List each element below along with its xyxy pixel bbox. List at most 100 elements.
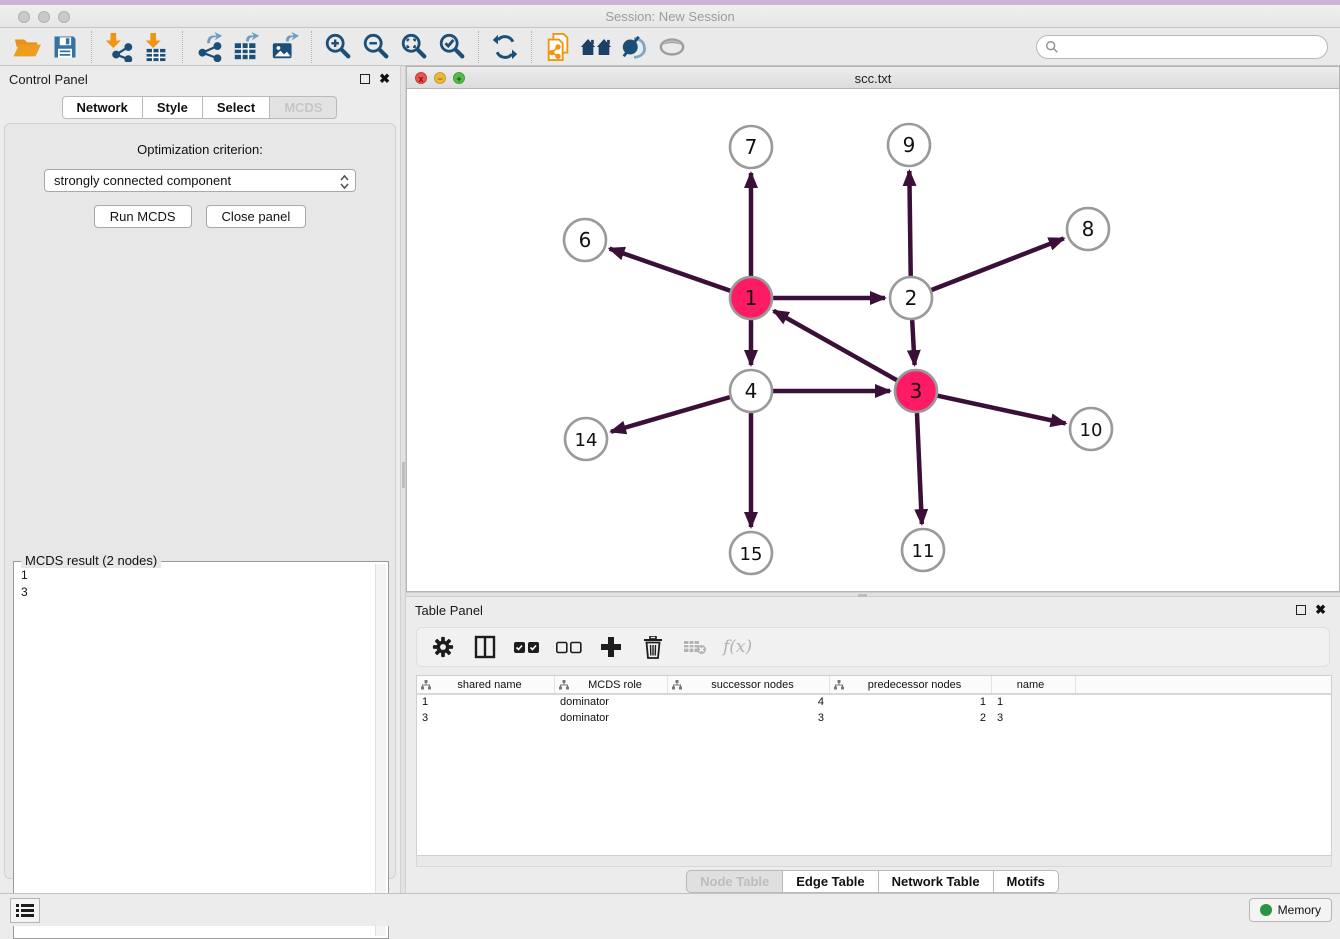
search-input[interactable] <box>1064 40 1327 54</box>
select-all-icon[interactable] <box>513 633 541 661</box>
tab-style[interactable]: Style <box>142 96 203 119</box>
edge-2-3[interactable] <box>912 320 914 365</box>
node-table[interactable]: shared nameMCDS rolesuccessor nodesprede… <box>416 675 1332 856</box>
clone-network-icon[interactable] <box>541 32 575 62</box>
tab-select[interactable]: Select <box>202 96 270 119</box>
node-label-4: 4 <box>745 379 758 403</box>
task-history-button[interactable] <box>10 898 40 923</box>
window-titlebar: Session: New Session <box>0 0 1340 28</box>
export-image-icon[interactable] <box>268 32 302 62</box>
zoom-fit-icon[interactable] <box>397 32 431 62</box>
edge-2-9[interactable] <box>909 171 910 276</box>
optimization-criterion-label: Optimization criterion: <box>5 142 395 157</box>
float-table-panel-icon[interactable] <box>1296 605 1306 615</box>
network-canvas[interactable]: 1234678910111415 <box>407 89 1339 591</box>
control-panel-title: Control Panel <box>9 72 88 87</box>
houses-icon[interactable] <box>579 32 613 62</box>
search-box[interactable] <box>1036 35 1328 59</box>
table-cell[interactable]: 3 <box>992 711 1076 727</box>
split-columns-icon[interactable] <box>471 633 499 661</box>
column-header-shared-name[interactable]: shared name <box>417 676 555 693</box>
tab-network[interactable]: Network <box>62 96 143 119</box>
network-graph[interactable]: 1234678910111415 <box>407 89 1339 591</box>
chevron-updown-icon <box>340 174 349 190</box>
show-hide-eye-icon[interactable] <box>655 32 689 62</box>
table-cell[interactable]: 1 <box>830 695 992 711</box>
edge-3-1[interactable] <box>774 311 897 380</box>
titlebar-accent-strip <box>0 0 1340 5</box>
close-panel-icon[interactable]: ✖ <box>379 74 390 84</box>
table-cell[interactable]: 4 <box>668 695 830 711</box>
apply-layout-icon[interactable] <box>488 32 522 62</box>
table-toolbar: f(x) <box>416 627 1330 667</box>
column-header-MCDS-role[interactable]: MCDS role <box>555 676 668 693</box>
table-cell[interactable]: dominator <box>555 711 668 727</box>
table-row[interactable]: 1dominator411 <box>417 695 1331 711</box>
node-label-8: 8 <box>1082 217 1095 241</box>
tab-motifs[interactable]: Motifs <box>993 870 1059 893</box>
criterion-dropdown[interactable]: strongly connected component <box>44 169 356 192</box>
result-scrollbar[interactable] <box>375 564 386 936</box>
toolbar-separator <box>91 31 92 63</box>
table-cell[interactable]: 1 <box>417 695 555 711</box>
settings-gear-icon[interactable] <box>429 633 457 661</box>
edge-3-10[interactable] <box>937 396 1065 424</box>
zoom-selected-icon[interactable] <box>435 32 469 62</box>
export-table-icon[interactable] <box>230 32 264 62</box>
network-window-titlebar[interactable]: x − + scc.txt <box>407 67 1339 89</box>
edge-2-8[interactable] <box>931 238 1063 290</box>
save-icon[interactable] <box>48 32 82 62</box>
main-toolbar <box>0 28 1340 66</box>
column-header-successor-nodes[interactable]: successor nodes <box>668 676 830 693</box>
float-panel-icon[interactable] <box>360 74 370 84</box>
mcds-result-text: 1 3 <box>16 564 374 936</box>
mcds-panel: Optimization criterion: strongly connect… <box>4 123 396 879</box>
mcds-result-group: MCDS result (2 nodes) 1 3 <box>13 561 389 939</box>
control-panel: Control Panel ✖ NetworkStyleSelectMCDS O… <box>0 66 400 893</box>
toolbar-separator <box>311 31 312 63</box>
toolbar-separator <box>182 31 183 63</box>
table-cell[interactable]: 2 <box>830 711 992 727</box>
edge-4-14[interactable] <box>611 397 730 432</box>
tab-mcds[interactable]: MCDS <box>269 96 337 119</box>
close-table-panel-icon[interactable]: ✖ <box>1315 605 1326 615</box>
edge-3-11[interactable] <box>917 413 922 524</box>
export-network-icon[interactable] <box>192 32 226 62</box>
toolbar-separator <box>531 31 532 63</box>
search-icon <box>1045 40 1059 54</box>
delete-column-trash-icon[interactable] <box>639 633 667 661</box>
import-table-icon[interactable] <box>139 32 173 62</box>
table-cell[interactable]: 3 <box>417 711 555 727</box>
add-column-icon[interactable] <box>597 633 625 661</box>
column-header-name[interactable]: name <box>992 676 1076 693</box>
import-network-icon[interactable] <box>101 32 135 62</box>
close-panel-button[interactable]: Close panel <box>206 205 307 228</box>
tab-node-table[interactable]: Node Table <box>686 870 783 893</box>
zoom-out-icon[interactable] <box>359 32 393 62</box>
table-row[interactable]: 3dominator323 <box>417 711 1331 727</box>
table-cell[interactable]: dominator <box>555 695 668 711</box>
edge-1-6[interactable] <box>610 249 731 291</box>
table-cell[interactable]: 3 <box>668 711 830 727</box>
node-label-3: 3 <box>910 379 923 403</box>
run-mcds-button[interactable]: Run MCDS <box>94 205 192 228</box>
table-cell[interactable]: 1 <box>992 695 1076 711</box>
open-folder-icon[interactable] <box>10 32 44 62</box>
tab-edge-table[interactable]: Edge Table <box>782 870 878 893</box>
deselect-all-icon[interactable] <box>555 633 583 661</box>
control-panel-tabs: NetworkStyleSelectMCDS <box>0 96 400 119</box>
criterion-value: strongly connected component <box>54 173 231 188</box>
network-window: x − + scc.txt 1234678910111415 <box>406 66 1340 592</box>
zoom-in-icon[interactable] <box>321 32 355 62</box>
tab-network-table[interactable]: Network Table <box>878 870 994 893</box>
table-hscroll-strip[interactable] <box>416 856 1332 867</box>
node-label-1: 1 <box>745 286 758 310</box>
column-header-predecessor-nodes[interactable]: predecessor nodes <box>830 676 992 693</box>
node-label-11: 11 <box>912 541 935 562</box>
hide-style-icon[interactable] <box>617 32 651 62</box>
node-label-6: 6 <box>579 228 592 252</box>
toolbar-separator <box>478 31 479 63</box>
table-panel: Table Panel ✖ <box>406 597 1340 893</box>
memory-button[interactable]: Memory <box>1249 898 1332 922</box>
node-label-2: 2 <box>905 286 918 310</box>
